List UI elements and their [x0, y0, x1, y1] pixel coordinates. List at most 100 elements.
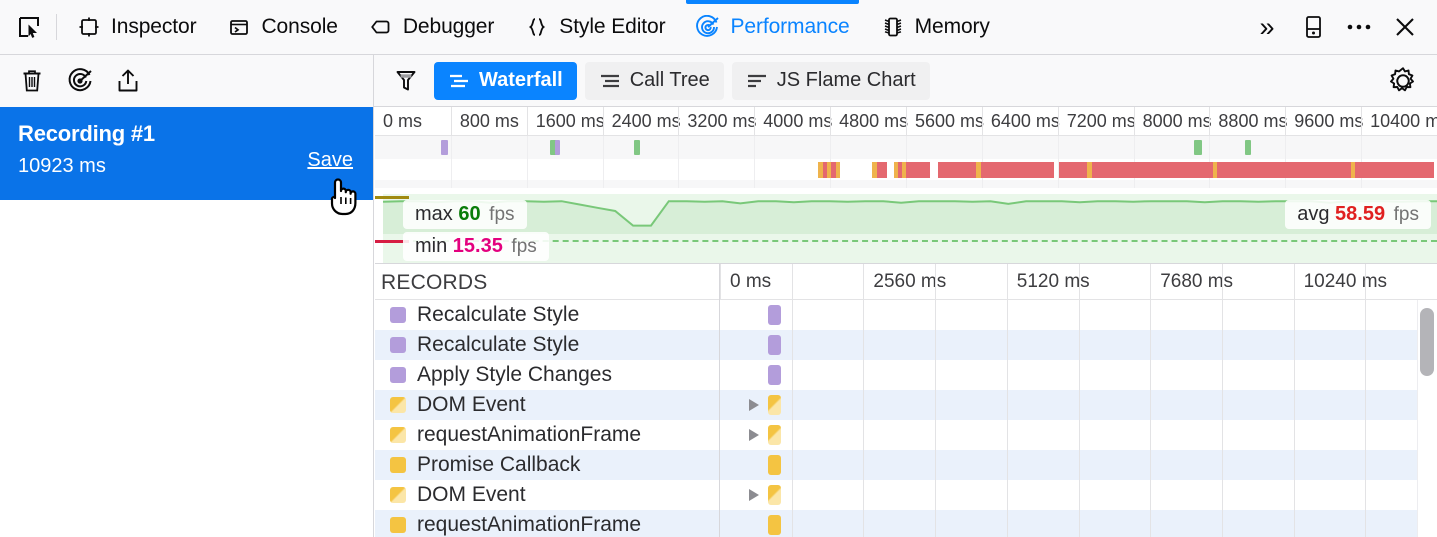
view-switcher: Waterfall Call Tree JS Flame Chart — [374, 60, 930, 102]
records-minor-tick — [791, 264, 802, 300]
close-icon[interactable] — [1383, 5, 1427, 49]
toolbar-settings — [1381, 60, 1437, 102]
view-js-flame-chart[interactable]: JS Flame Chart — [731, 61, 930, 100]
fps-max-legend-line — [375, 196, 409, 199]
overview-gridline — [602, 136, 604, 188]
tab-style-editor[interactable]: Style Editor — [509, 0, 680, 54]
overview-tick: 0 ms — [383, 111, 423, 131]
record-name: requestAnimationFrame — [417, 513, 642, 536]
record-duration-bar[interactable] — [768, 455, 781, 475]
record-name: Apply Style Changes — [417, 363, 612, 386]
tab-label: Console — [261, 15, 338, 38]
dock-to-bottom-icon[interactable] — [1291, 5, 1335, 49]
overflow-tabs-button[interactable]: » — [1245, 5, 1289, 49]
performance-icon — [695, 14, 721, 40]
records-gridline — [1006, 510, 1008, 537]
fps-min-unit: fps — [511, 236, 537, 257]
record-color-swatch — [390, 367, 406, 383]
records-gridline — [1150, 390, 1152, 420]
record-target-icon[interactable] — [58, 60, 102, 102]
records-minor-tick — [1221, 264, 1232, 300]
overview-activity-graph[interactable] — [375, 136, 1437, 188]
records-tick: 7680 ms — [1150, 264, 1233, 300]
records-gridline — [1221, 390, 1223, 420]
expand-triangle-icon[interactable] — [749, 429, 759, 441]
import-upload-icon[interactable] — [106, 60, 150, 102]
fps-graph[interactable]: max 60 fps min 15.35 fps avg 58.59 fps — [375, 188, 1437, 263]
records-gridline — [1365, 390, 1367, 420]
table-row[interactable]: Apply Style Changes — [375, 360, 1437, 390]
records-gridline — [1365, 330, 1367, 360]
record-duration-bar[interactable] — [768, 425, 781, 445]
record-duration-bar[interactable] — [768, 485, 781, 505]
tab-label: Inspector — [111, 15, 197, 38]
table-row[interactable]: Promise Callback — [375, 450, 1437, 480]
record-name: DOM Event — [417, 393, 526, 416]
table-row[interactable]: Recalculate Style — [375, 300, 1437, 330]
records-title: RECORDS — [381, 271, 488, 294]
expand-triangle-icon[interactable] — [749, 489, 759, 501]
record-duration-bar[interactable] — [768, 335, 781, 355]
overview-tick: 6400 ms — [981, 107, 1060, 135]
performance-toolbar: Waterfall Call Tree JS Flame Chart — [0, 54, 1437, 107]
table-row[interactable]: DOM Event — [375, 480, 1437, 510]
recording-list-item[interactable]: Recording #1 10923 ms Save — [0, 107, 373, 200]
records-gridline — [1221, 450, 1223, 480]
fps-max-chip: max 60 fps — [403, 200, 527, 229]
gear-icon[interactable] — [1381, 60, 1425, 102]
records-gridline — [1221, 480, 1223, 510]
table-row[interactable]: requestAnimationFrame — [375, 420, 1437, 450]
records-gridline — [1365, 510, 1367, 537]
overview-marker — [981, 162, 1054, 178]
records-gridline — [1006, 390, 1008, 420]
tab-label: Style Editor — [559, 15, 666, 38]
record-duration-bar[interactable] — [768, 395, 781, 415]
records-scrollbar-thumb[interactable] — [1420, 308, 1434, 376]
records-panel: RECORDS 0 ms 2560 ms 5120 ms 7680 ms 10240 m… — [375, 263, 1437, 537]
records-gridline — [1150, 300, 1152, 330]
record-duration-bar[interactable] — [768, 515, 781, 535]
records-tick: 2560 ms — [863, 264, 946, 300]
tab-memory[interactable]: Memory — [865, 0, 1005, 54]
view-call-tree[interactable]: Call Tree — [584, 61, 724, 100]
overview-tick: 8800 ms — [1209, 107, 1287, 135]
fps-min-chip: min 15.35 fps — [403, 232, 549, 261]
records-column-divider — [719, 360, 720, 390]
overview-tick: 4000 ms — [754, 107, 832, 135]
view-waterfall[interactable]: Waterfall — [434, 61, 577, 100]
record-duration-bar[interactable] — [768, 305, 781, 325]
expand-triangle-icon[interactable] — [749, 399, 759, 411]
records-tick: 0 ms — [720, 264, 771, 300]
record-name: Promise Callback — [417, 453, 581, 476]
overview-tick: 5600 ms — [906, 107, 984, 135]
records-row-list[interactable]: Recalculate Style Recalculate Style Apply … — [375, 300, 1437, 537]
table-row[interactable]: DOM Event — [375, 390, 1437, 420]
more-options-icon[interactable] — [1337, 5, 1381, 49]
record-color-swatch — [390, 487, 406, 503]
records-gridline — [791, 300, 793, 330]
overview-marker — [1217, 162, 1351, 178]
tab-performance[interactable]: Performance — [680, 0, 864, 54]
records-gridline — [1150, 420, 1152, 450]
record-name: DOM Event — [417, 483, 526, 506]
table-row[interactable]: Recalculate Style — [375, 330, 1437, 360]
record-duration-bar[interactable] — [768, 365, 781, 385]
overview-tick: 4800 ms — [830, 107, 908, 135]
record-name: Recalculate Style — [417, 333, 580, 356]
records-gridline — [935, 510, 937, 537]
filter-funnel-icon[interactable] — [386, 60, 426, 102]
records-header: RECORDS 0 ms 2560 ms 5120 ms 7680 ms 10240 m… — [375, 264, 1437, 300]
records-scrollbar-track[interactable] — [1417, 300, 1437, 537]
table-row[interactable]: requestAnimationFrame — [375, 510, 1437, 537]
records-gridline — [1221, 330, 1223, 360]
tab-debugger[interactable]: Debugger — [353, 0, 509, 54]
tab-console[interactable]: Console — [211, 0, 352, 54]
trash-icon[interactable] — [10, 60, 54, 102]
records-gridline — [935, 420, 937, 450]
waterfall-icon — [448, 68, 470, 94]
overview-tick: 1600 ms — [526, 107, 605, 135]
tab-inspector[interactable]: Inspector — [61, 0, 211, 54]
element-picker-icon[interactable] — [6, 7, 52, 47]
chevron-double-right-icon: » — [1259, 11, 1275, 42]
save-recording-link[interactable]: Save — [307, 149, 353, 172]
